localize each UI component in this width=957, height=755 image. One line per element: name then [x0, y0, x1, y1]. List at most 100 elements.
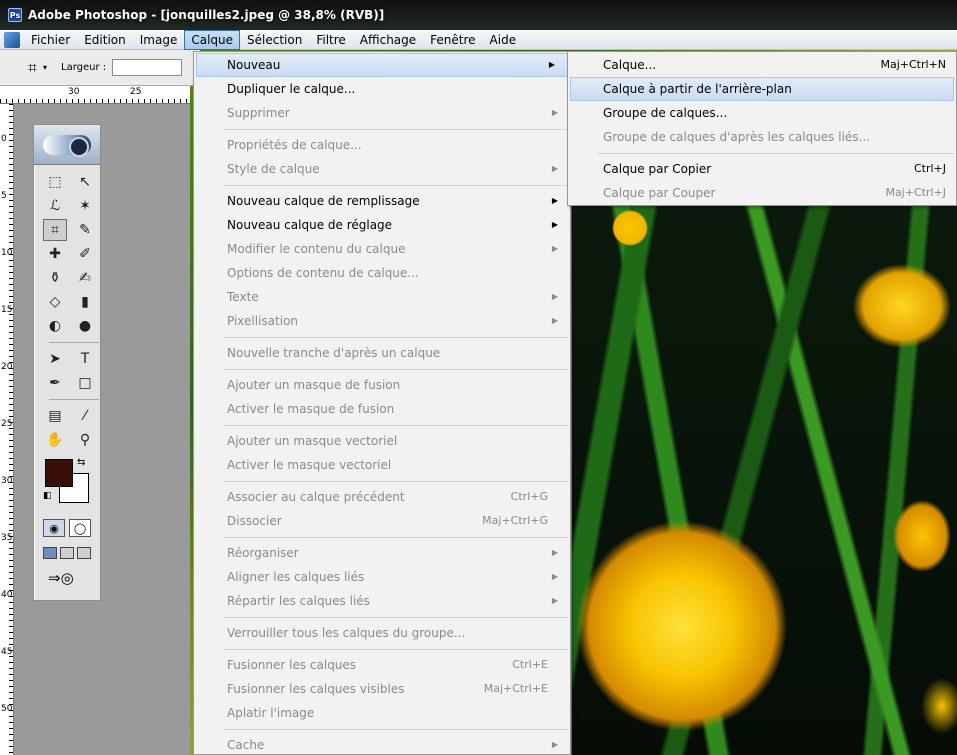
document-icon[interactable] [4, 31, 20, 48]
eraser-tool-icon[interactable]: ◇ [43, 291, 67, 313]
brush-tool-icon[interactable]: ✐ [73, 243, 97, 265]
menu-item-shortcut: Maj+Ctrl+E [483, 682, 548, 695]
menu-item-repartir-les-calques-lies[interactable]: Répartir les calques liés ▶ [194, 589, 570, 613]
menu-item-label: Nouveau [227, 58, 281, 72]
menu-item-modifier-le-contenu-du-calque[interactable]: Modifier le contenu du calque ▶ [194, 237, 570, 261]
menu-aide[interactable]: Aide [483, 30, 524, 50]
menu-item-cache[interactable]: Cache ▶ [194, 733, 570, 755]
zoom-tool-icon[interactable]: ⚲ [73, 429, 97, 451]
hand-tool-icon[interactable]: ✋ [43, 429, 67, 451]
menu-calque[interactable]: Calque [184, 29, 241, 50]
pen-tool-icon[interactable]: ✒ [43, 372, 67, 394]
full-screen-mode-button[interactable] [77, 547, 91, 559]
type-tool-icon[interactable]: T [73, 348, 97, 370]
menu-item-nouveau-calque-de-remplissage[interactable]: Nouveau calque de remplissage ▶ [194, 189, 570, 213]
notes-tool-icon[interactable]: ▤ [43, 405, 67, 427]
menu-item-pixellisation[interactable]: Pixellisation ▶ [194, 309, 570, 333]
menu-item-groupe-de-calques-d-apres-les-calques-lies[interactable]: Groupe de calques d'après les calques li… [568, 125, 956, 149]
chevron-down-icon[interactable]: ▾ [43, 63, 47, 72]
menu-item-calque[interactable]: Calque... Maj+Ctrl+N [568, 53, 956, 77]
menu-item-texte[interactable]: Texte ▶ [194, 285, 570, 309]
standard-mode-button[interactable]: ◉ [43, 519, 65, 537]
tool-grid: ⬚ ↖ ℒ ✶ ⌗ ✎ ✚ ✐ ⚱ ✍ ◇ ▮ ◐ ● ➤ T ✒ □ ▤ ⁄ ✋ ⚲ [34, 165, 100, 451]
dodge-tool-icon[interactable]: ● [73, 315, 97, 337]
crop-tool-icon[interactable]: ⌗ [43, 219, 67, 241]
menu-item-shortcut: Ctrl+E [512, 658, 548, 671]
menu-item-label: Groupe de calques... [603, 106, 728, 120]
menu-item-associer-au-calque-precedent[interactable]: Associer au calque précédent Ctrl+G [194, 485, 570, 509]
path-selection-tool-icon[interactable]: ➤ [43, 348, 67, 370]
menu-item-supprimer[interactable]: Supprimer ▶ [194, 101, 570, 125]
photoshop-app-icon[interactable]: Ps [8, 8, 22, 22]
menu-item-dupliquer-le-calque[interactable]: Dupliquer le calque... [194, 77, 570, 101]
magic-wand-tool-icon[interactable]: ✶ [73, 195, 97, 217]
submenu-arrow-icon: ▶ [551, 164, 558, 173]
menu-item-groupe-de-calques[interactable]: Groupe de calques... [568, 101, 956, 125]
slice-tool-icon[interactable]: ✎ [73, 219, 97, 241]
menu-selection[interactable]: Sélection [240, 30, 309, 50]
crop-preset-icon[interactable]: ⌗ [28, 58, 37, 78]
foreground-color-swatch[interactable] [45, 459, 73, 487]
menu-item-nouveau-calque-de-reglage[interactable]: Nouveau calque de réglage ▶ [194, 213, 570, 237]
menu-item-calque-a-partir-de-l-arriere-plan[interactable]: Calque à partir de l'arrière-plan [570, 77, 954, 101]
menu-item-nouvelle-tranche-d-apres-un-calque[interactable]: Nouvelle tranche d'après un calque [194, 341, 570, 365]
history-brush-tool-icon[interactable]: ✍ [73, 267, 97, 289]
healing-brush-tool-icon[interactable]: ✚ [43, 243, 67, 265]
standard-screen-mode-button[interactable] [43, 547, 57, 559]
menu-item-reorganiser[interactable]: Réorganiser ▶ [194, 541, 570, 565]
menu-item-style-de-calque[interactable]: Style de calque ▶ [194, 157, 570, 181]
menu-item-activer-le-masque-de-fusion[interactable]: Activer le masque de fusion [194, 397, 570, 421]
lasso-tool-icon[interactable]: ℒ [43, 195, 67, 217]
menu-item-activer-le-masque-vectoriel[interactable]: Activer le masque vectoriel [194, 453, 570, 477]
menu-item-options-de-contenu-de-calque[interactable]: Options de contenu de calque... [194, 261, 570, 285]
shape-tool-icon[interactable]: □ [73, 372, 97, 394]
daffodil-photo [572, 206, 957, 755]
menu-item-label: Pixellisation [227, 314, 299, 328]
move-tool-icon[interactable]: ↖ [73, 171, 97, 193]
menu-item-aligner-les-calques-lies[interactable]: Aligner les calques liés ▶ [194, 565, 570, 589]
menu-separator [598, 153, 954, 154]
toolbox-header[interactable] [34, 125, 100, 165]
clone-stamp-tool-icon[interactable]: ⚱ [43, 267, 67, 289]
full-screen-menu-mode-button[interactable] [60, 547, 74, 559]
menu-separator [224, 425, 568, 426]
horizontal-ruler: 30 25 [0, 86, 190, 104]
menu-item-label: Calque par Couper [603, 186, 716, 200]
menu-fichier[interactable]: Fichier [24, 30, 77, 50]
width-label: Largeur : [61, 62, 107, 73]
menu-item-label: Calque à partir de l'arrière-plan [603, 82, 792, 96]
jump-to-imageready-button[interactable]: ⇒◎ [34, 559, 100, 587]
menu-item-proprietes-de-calque[interactable]: Propriétés de calque... [194, 133, 570, 157]
menu-item-ajouter-un-masque-de-fusion[interactable]: Ajouter un masque de fusion [194, 373, 570, 397]
menu-edition[interactable]: Edition [77, 30, 133, 50]
menu-item-label: Dupliquer le calque... [227, 82, 356, 96]
menu-item-fusionner-les-calques-visibles[interactable]: Fusionner les calques visibles Maj+Ctrl+E [194, 677, 570, 701]
ruler-tick-label: 35 [1, 533, 13, 543]
menu-filtre[interactable]: Filtre [309, 30, 352, 50]
ruler-tick-label: 15 [1, 305, 13, 315]
eyedropper-tool-icon[interactable]: ⁄ [73, 405, 97, 427]
menu-item-nouveau[interactable]: Nouveau ▶ [196, 53, 568, 77]
submenu-arrow-icon: ▶ [551, 196, 558, 205]
marquee-tool-icon[interactable]: ⬚ [43, 171, 67, 193]
menu-separator [224, 129, 568, 130]
menu-item-ajouter-un-masque-vectoriel[interactable]: Ajouter un masque vectoriel [194, 429, 570, 453]
title-bar: Ps Adobe Photoshop - [jonquilles2.jpeg @… [0, 0, 957, 30]
menu-affichage[interactable]: Affichage [353, 30, 423, 50]
menu-item-verrouiller-tous-les-calques-du-groupe[interactable]: Verrouiller tous les calques du groupe..… [194, 621, 570, 645]
gradient-tool-icon[interactable]: ▮ [73, 291, 97, 313]
menu-item-calque-par-couper[interactable]: Calque par Couper Maj+Ctrl+J [568, 181, 956, 205]
default-colors-icon[interactable]: ◧ [43, 491, 52, 501]
width-input[interactable] [112, 59, 183, 76]
quick-mask-mode-button[interactable]: ◯ [69, 519, 91, 537]
menu-fenetre[interactable]: Fenêtre [423, 30, 482, 50]
blur-tool-icon[interactable]: ◐ [43, 315, 67, 337]
swap-colors-icon[interactable]: ⇆ [77, 457, 85, 468]
menu-item-fusionner-les-calques[interactable]: Fusionner les calques Ctrl+E [194, 653, 570, 677]
menu-item-aplatir-l-image[interactable]: Aplatir l'image [194, 701, 570, 725]
menu-item-dissocier[interactable]: Dissocier Maj+Ctrl+G [194, 509, 570, 533]
menu-image[interactable]: Image [133, 30, 185, 50]
submenu-arrow-icon: ▶ [551, 108, 558, 117]
menu-item-calque-par-copier[interactable]: Calque par Copier Ctrl+J [568, 157, 956, 181]
menu-item-label: Nouveau calque de réglage [227, 218, 393, 232]
